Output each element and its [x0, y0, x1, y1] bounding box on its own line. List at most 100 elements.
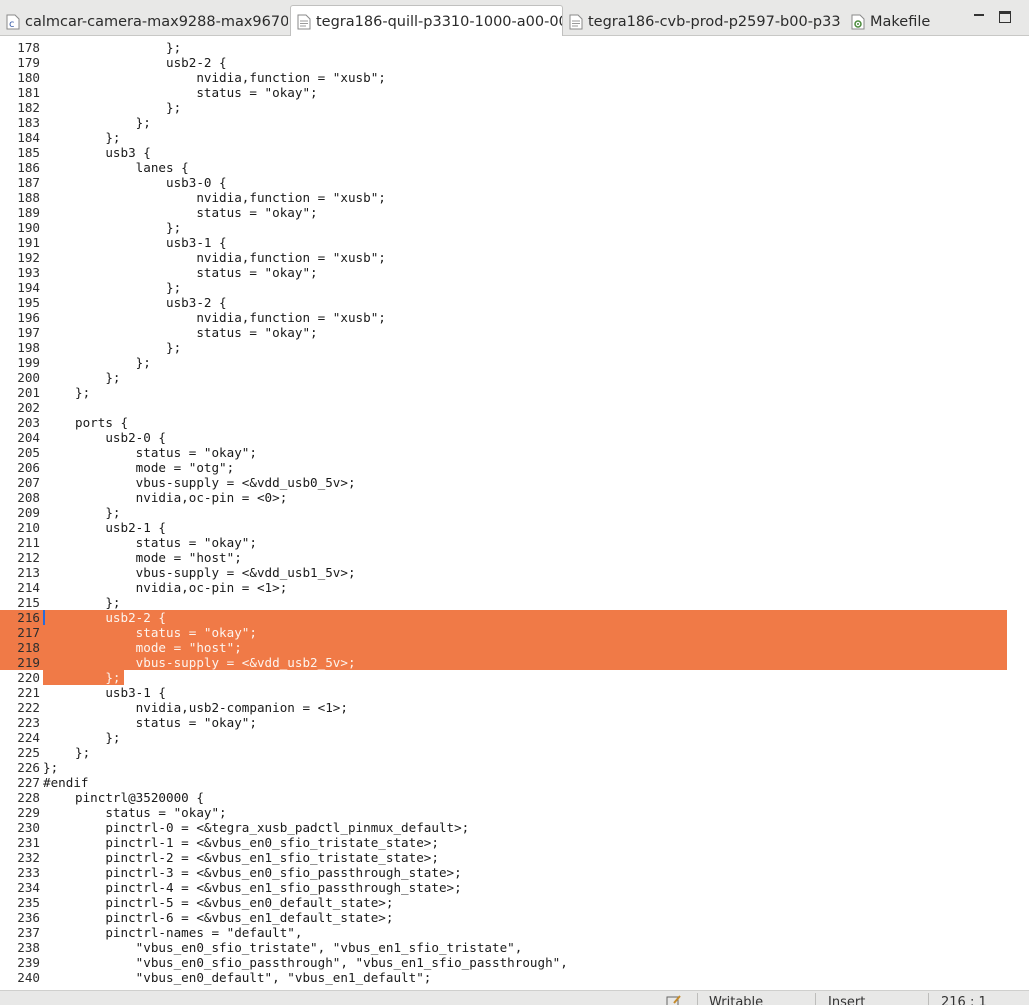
code-line[interactable]: 222 nvidia,usb2-companion = <1>;: [0, 700, 1007, 715]
status-bar: Writable Insert 216 : 1: [0, 990, 1029, 1005]
status-separator: [928, 993, 929, 1005]
code-line[interactable]: 227 #endif: [0, 775, 1007, 790]
tab-label: calmcar-camera-max9288-max9670: [25, 13, 288, 30]
code-line[interactable]: 206 mode = "otg";: [0, 460, 1007, 475]
line-number: 211: [17, 535, 40, 550]
code-line[interactable]: 232 pinctrl-2 = <&vbus_en1_sfio_tristate…: [0, 850, 1007, 865]
code-line[interactable]: 188 nvidia,function = "xusb";: [0, 190, 1007, 205]
code-text: usb3-0 {: [75, 175, 227, 190]
code-line[interactable]: 221 usb3-1 {: [0, 685, 1007, 700]
code-line[interactable]: 204 usb2-0 {: [0, 430, 1007, 445]
code-line[interactable]: 229 status = "okay";: [0, 805, 1007, 820]
makefile-icon: [851, 14, 865, 29]
line-number: 215: [17, 595, 40, 610]
code-line[interactable]: 238 "vbus_en0_sfio_tristate", "vbus_en1_…: [0, 940, 1007, 955]
code-line[interactable]: 223 status = "okay";: [0, 715, 1007, 730]
code-text: pinctrl-3 = <&vbus_en0_sfio_passthrough_…: [75, 865, 462, 880]
code-text: usb3-1 {: [75, 685, 166, 700]
code-line[interactable]: 185 usb3 {: [0, 145, 1007, 160]
minimize-icon[interactable]: [973, 11, 985, 23]
line-number: 231: [17, 835, 40, 850]
code-line[interactable]: 212 mode = "host";: [0, 550, 1007, 565]
line-number: 203: [17, 415, 40, 430]
tab-tegra186-cvb[interactable]: tegra186-cvb-prod-p2597-b00-p33: [563, 7, 841, 36]
code-line[interactable]: 203 ports {: [0, 415, 1007, 430]
code-text: };: [75, 100, 182, 115]
code-line[interactable]: 187 usb3-0 {: [0, 175, 1007, 190]
code-line[interactable]: 192 nvidia,function = "xusb";: [0, 250, 1007, 265]
status-separator: [697, 993, 698, 1005]
code-line[interactable]: 183 };: [0, 115, 1007, 130]
code-line[interactable]: 216 usb2-2 {: [0, 610, 1007, 625]
code-line[interactable]: 196 nvidia,function = "xusb";: [0, 310, 1007, 325]
code-line[interactable]: 198 };: [0, 340, 1007, 355]
code-text: };: [75, 130, 121, 145]
code-line[interactable]: 217 status = "okay";: [0, 625, 1007, 640]
code-line[interactable]: 197 status = "okay";: [0, 325, 1007, 340]
line-number: 188: [17, 190, 40, 205]
code-text: status = "okay";: [75, 325, 318, 340]
line-number: 216: [17, 610, 40, 625]
code-line[interactable]: 178 };: [0, 40, 1007, 55]
code-line[interactable]: 202: [0, 400, 1007, 415]
code-line[interactable]: 236 pinctrl-6 = <&vbus_en1_default_state…: [0, 910, 1007, 925]
code-line[interactable]: 224 };: [0, 730, 1007, 745]
code-line[interactable]: 191 usb3-1 {: [0, 235, 1007, 250]
code-line[interactable]: 225};: [0, 745, 1007, 760]
code-line[interactable]: 214 nvidia,oc-pin = <1>;: [0, 580, 1007, 595]
code-line[interactable]: 205 status = "okay";: [0, 445, 1007, 460]
code-line[interactable]: 233 pinctrl-3 = <&vbus_en0_sfio_passthro…: [0, 865, 1007, 880]
code-line[interactable]: 200 };: [0, 370, 1007, 385]
code-line[interactable]: 228 pinctrl@3520000 {: [0, 790, 1007, 805]
code-line[interactable]: 186 lanes {: [0, 160, 1007, 175]
code-line[interactable]: 239 "vbus_en0_sfio_passthrough", "vbus_e…: [0, 955, 1007, 970]
code-line[interactable]: 181 status = "okay";: [0, 85, 1007, 100]
code-line[interactable]: 208 nvidia,oc-pin = <0>;: [0, 490, 1007, 505]
code-line[interactable]: 190 };: [0, 220, 1007, 235]
code-line[interactable]: 230 pinctrl-0 = <&tegra_xusb_padctl_pinm…: [0, 820, 1007, 835]
code-line[interactable]: 189 status = "okay";: [0, 205, 1007, 220]
code-line[interactable]: 219 vbus-supply = <&vdd_usb2_5v>;: [0, 655, 1007, 670]
code-text: ports {: [75, 415, 129, 430]
code-line[interactable]: 184 };: [0, 130, 1007, 145]
code-line[interactable]: 235 pinctrl-5 = <&vbus_en0_default_state…: [0, 895, 1007, 910]
code-line[interactable]: 231 pinctrl-1 = <&vbus_en0_sfio_tristate…: [0, 835, 1007, 850]
code-line[interactable]: 211 status = "okay";: [0, 535, 1007, 550]
code-line[interactable]: 240 "vbus_en0_default", "vbus_en1_defaul…: [0, 970, 1007, 985]
code-line[interactable]: 210 usb2-1 {: [0, 520, 1007, 535]
maximize-icon[interactable]: [999, 11, 1011, 23]
code-text: status = "okay";: [75, 265, 318, 280]
code-line[interactable]: 215 };: [0, 595, 1007, 610]
code-text: nvidia,oc-pin = <0>;: [75, 490, 288, 505]
insert-mode-status: Insert: [828, 995, 866, 1005]
line-number: 210: [17, 520, 40, 535]
code-line[interactable]: 237 pinctrl-names = "default",: [0, 925, 1007, 940]
line-number: 218: [17, 640, 40, 655]
code-line[interactable]: 195 usb3-2 {: [0, 295, 1007, 310]
code-line[interactable]: 193 status = "okay";: [0, 265, 1007, 280]
tab-tegra186-quill[interactable]: tegra186-quill-p3310-1000-a00-00 ⊠: [290, 5, 563, 37]
code-line[interactable]: 226};: [0, 760, 1007, 775]
code-line[interactable]: 201};: [0, 385, 1007, 400]
tab-label: tegra186-quill-p3310-1000-a00-00: [316, 13, 563, 30]
vertical-scrollbar[interactable]: [1009, 36, 1029, 990]
code-text: "vbus_en0_sfio_passthrough", "vbus_en1_s…: [75, 955, 568, 970]
code-line[interactable]: 207 vbus-supply = <&vdd_usb0_5v>;: [0, 475, 1007, 490]
code-line[interactable]: 213 vbus-supply = <&vdd_usb1_5v>;: [0, 565, 1007, 580]
code-line[interactable]: 179 usb2-2 {: [0, 55, 1007, 70]
code-line[interactable]: 209 };: [0, 505, 1007, 520]
tab-makefile[interactable]: Makefile: [845, 7, 955, 36]
code-line[interactable]: 194 };: [0, 280, 1007, 295]
code-line[interactable]: 234 pinctrl-4 = <&vbus_en1_sfio_passthro…: [0, 880, 1007, 895]
code-line[interactable]: 220 };: [0, 670, 1007, 685]
tab-calmcar-camera[interactable]: c calmcar-camera-max9288-max9670: [0, 7, 288, 36]
code-line[interactable]: 199 };: [0, 355, 1007, 370]
code-line[interactable]: 180 nvidia,function = "xusb";: [0, 70, 1007, 85]
code-line[interactable]: 218 mode = "host";: [0, 640, 1007, 655]
line-number: 181: [17, 85, 40, 100]
code-line[interactable]: 182 };: [0, 100, 1007, 115]
code-editor[interactable]: 178 }; 179 usb2-2 {180 nvidia,function = …: [0, 36, 1029, 990]
line-number: 179: [17, 55, 40, 70]
line-number: 236: [17, 910, 40, 925]
code-text: vbus-supply = <&vdd_usb0_5v>;: [75, 475, 356, 490]
